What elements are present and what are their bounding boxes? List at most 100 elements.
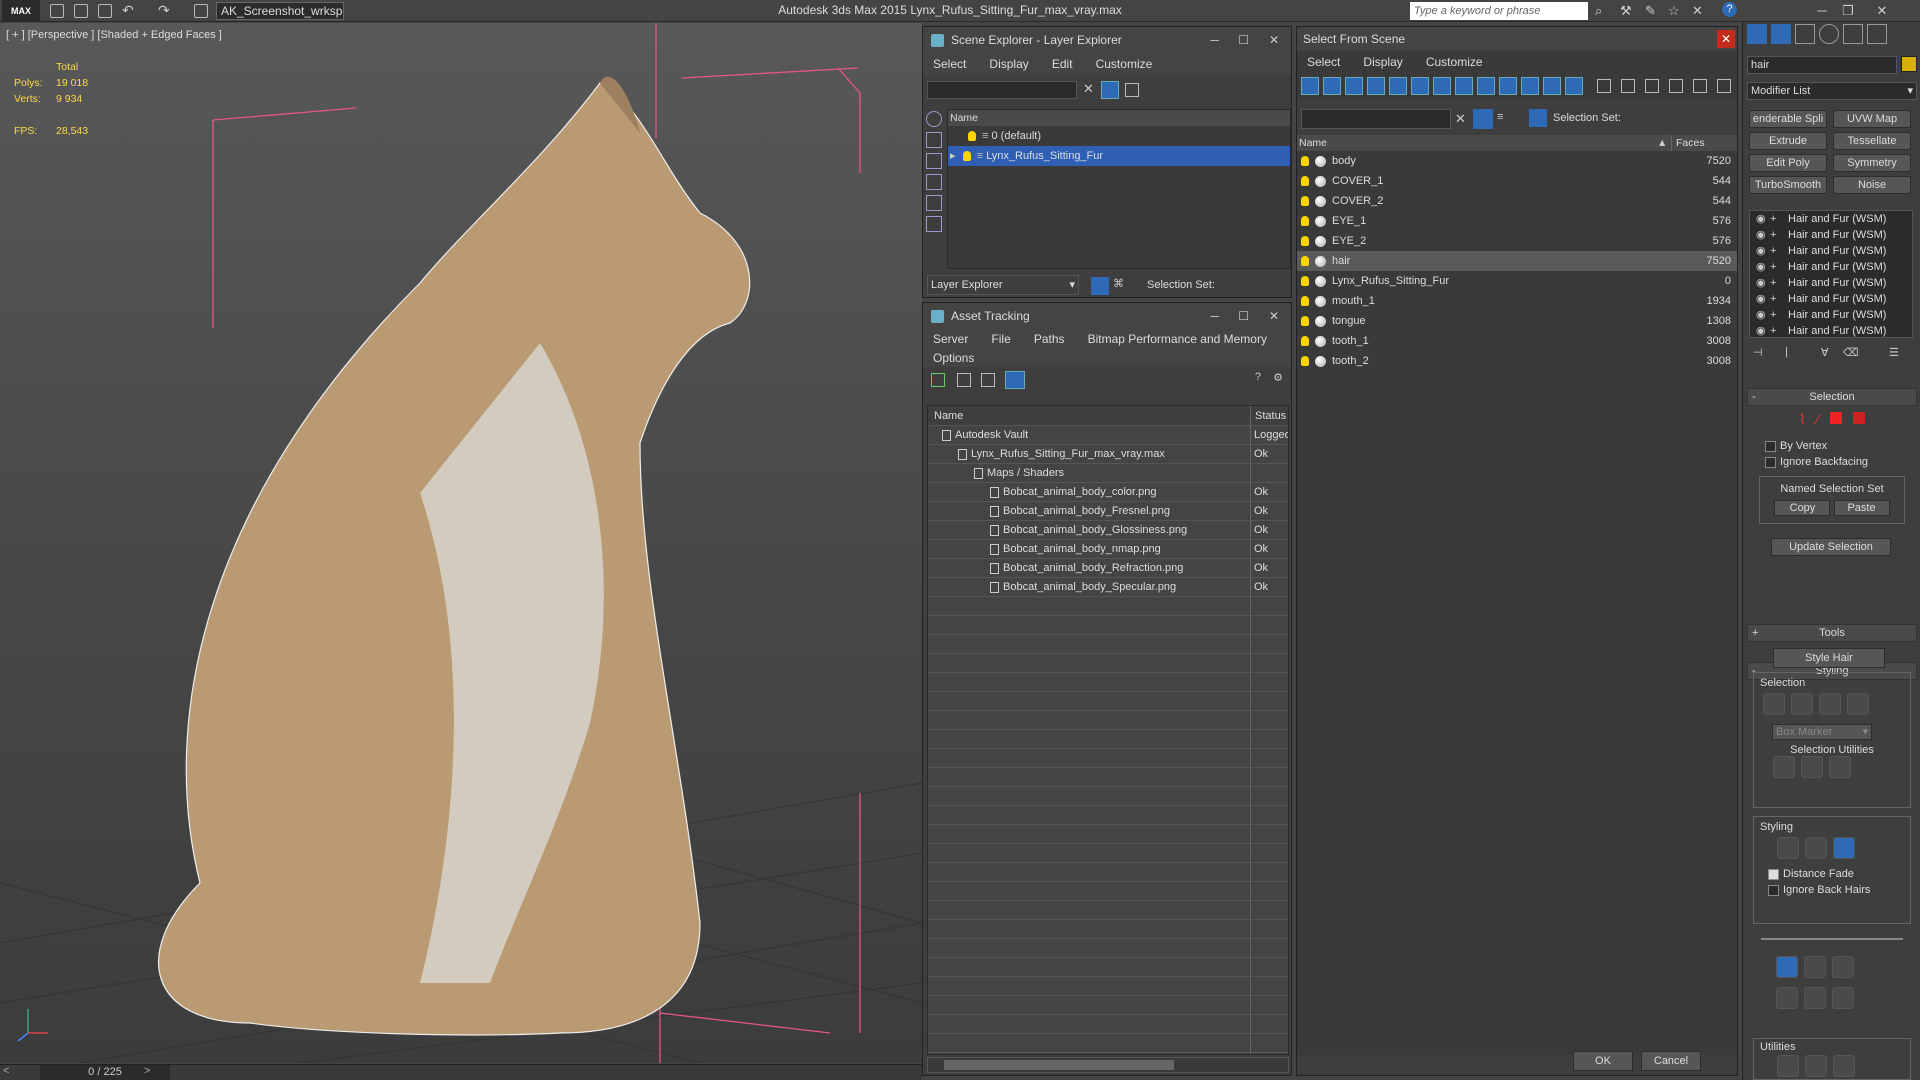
modifier-list-dropdown[interactable]: Modifier List ▾ xyxy=(1747,82,1917,100)
frame-counter[interactable]: 0 / 225 xyxy=(40,1065,170,1080)
object-col-faces[interactable]: Faces xyxy=(1671,135,1737,151)
noise-button[interactable]: Noise xyxy=(1833,176,1911,194)
object-row[interactable]: EYE_1 576 xyxy=(1297,211,1737,231)
renderable-spline-button[interactable]: enderable Spli xyxy=(1749,110,1827,128)
expand-icon[interactable]: + xyxy=(1770,259,1776,275)
binoculars-icon[interactable]: ⌕ xyxy=(1595,3,1602,19)
menu-server[interactable]: Server xyxy=(923,332,978,346)
turbosmooth-button[interactable]: TurboSmooth xyxy=(1749,176,1827,194)
light-bulb-icon[interactable] xyxy=(1301,276,1309,287)
modifier-stack-item[interactable]: ◉ + Hair and Fur (WSM) xyxy=(1750,259,1912,275)
minimize-icon[interactable]: ─ xyxy=(1810,2,1834,20)
light-bulb-icon[interactable] xyxy=(968,131,976,142)
menu-select[interactable]: Select xyxy=(923,57,976,71)
prev-frame-icon[interactable]: < xyxy=(3,1065,9,1077)
lights-filter-icon[interactable] xyxy=(1345,77,1363,95)
extrude-button[interactable]: Extrude xyxy=(1749,132,1827,150)
by-vertex-checkbox[interactable] xyxy=(1765,440,1776,452)
attenuate-icon[interactable] xyxy=(1777,1055,1799,1077)
all-filter-icon[interactable] xyxy=(1565,77,1583,95)
show-end-result-icon[interactable]: | xyxy=(1785,346,1788,358)
symmetry-button[interactable]: Symmetry xyxy=(1833,154,1911,172)
modifier-stack-item[interactable]: ◉ + Hair and Fur (WSM) xyxy=(1750,227,1912,243)
menu-file[interactable]: File xyxy=(981,332,1020,346)
scene-explorer-titlebar[interactable]: Scene Explorer - Layer Explorer ─ ☐ ✕ xyxy=(923,27,1291,53)
help-icon[interactable]: ? xyxy=(1722,2,1737,17)
puff-roots-icon[interactable] xyxy=(1832,956,1854,978)
expand-selection-icon[interactable] xyxy=(1829,756,1851,778)
asset-row[interactable]: Bobcat_animal_body_Specular.png Ok xyxy=(928,578,1288,597)
asset-row[interactable]: Bobcat_animal_body_Refraction.png Ok xyxy=(928,559,1288,578)
asset-row[interactable]: Bobcat_animal_body_Glossiness.png Ok xyxy=(928,521,1288,540)
containers-filter-icon[interactable] xyxy=(1499,77,1517,95)
asset-tracking-titlebar[interactable]: Asset Tracking ─ ☐ ✕ xyxy=(923,303,1291,329)
hidden-filter-icon[interactable] xyxy=(1543,77,1561,95)
menu-options[interactable]: Options xyxy=(923,351,984,365)
select-by-root-icon[interactable] xyxy=(1847,693,1869,715)
viewport-label[interactable]: [ + ] [Perspective ] [Shaded + Edged Fac… xyxy=(6,29,222,41)
workspace-dropdown[interactable]: AK_Screenshot_wrksp xyxy=(216,2,344,20)
spacewarps-filter-icon[interactable] xyxy=(1411,77,1429,95)
select-guide-vertices-icon[interactable] xyxy=(1819,693,1841,715)
object-row[interactable]: Lynx_Rufus_Sitting_Fur 0 xyxy=(1297,271,1737,291)
menu-edit[interactable]: Edit xyxy=(1042,57,1083,71)
explorer-type-dropdown[interactable]: Layer Explorer ▾ xyxy=(927,275,1079,295)
copy-button[interactable]: Copy xyxy=(1774,500,1831,516)
sort-icon[interactable] xyxy=(1693,79,1707,93)
modifier-stack-item[interactable]: ◉ + Hair and Fur (WSM) xyxy=(1750,307,1912,323)
lights-filter-icon[interactable] xyxy=(926,153,942,169)
groups-filter-icon[interactable] xyxy=(1433,77,1451,95)
hierarchy-icon[interactable] xyxy=(1529,109,1547,127)
list-view-icon[interactable] xyxy=(957,373,971,387)
light-bulb-icon[interactable] xyxy=(1301,176,1309,187)
close-icon[interactable]: ✕ xyxy=(1717,30,1735,48)
light-bulb-icon[interactable] xyxy=(1301,336,1309,347)
menu-display[interactable]: Display xyxy=(979,57,1038,71)
refresh-icon[interactable] xyxy=(931,373,945,387)
element-icon[interactable] xyxy=(1853,412,1866,424)
light-bulb-icon[interactable]: ◉ xyxy=(1756,259,1766,275)
layer-row[interactable]: ≡ 0 (default) xyxy=(948,126,1290,146)
ignore-backfacing-checkbox[interactable] xyxy=(1765,456,1776,468)
edit-poly-button[interactable]: Edit Poly xyxy=(1749,154,1827,172)
selection-rollout-header[interactable]: - Selection xyxy=(1747,388,1917,406)
save-icon[interactable] xyxy=(98,4,112,18)
select-tool-icon[interactable] xyxy=(1805,837,1827,859)
table-view-icon[interactable] xyxy=(1005,371,1025,389)
object-row[interactable]: EYE_2 576 xyxy=(1297,231,1737,251)
help-icon[interactable]: ? xyxy=(1255,371,1261,383)
polygon-icon[interactable] xyxy=(1830,412,1843,424)
menu-customize[interactable]: Customize xyxy=(1086,57,1163,71)
brush-icon[interactable] xyxy=(1833,837,1855,859)
shapes-filter-icon[interactable] xyxy=(926,132,942,148)
by-vertex-option[interactable]: By Vertex xyxy=(1747,434,1917,454)
modifier-stack-item[interactable]: ◉ + Hair and Fur (WSM) xyxy=(1750,323,1912,337)
settings-icon[interactable]: ⚙ xyxy=(1273,371,1283,384)
stand-icon[interactable] xyxy=(1804,956,1826,978)
columns-icon[interactable] xyxy=(1717,79,1731,93)
asset-row[interactable]: Maps / Shaders xyxy=(928,464,1288,483)
asset-row[interactable]: Bobcat_animal_body_color.png Ok xyxy=(928,483,1288,502)
display-invert-icon[interactable] xyxy=(1645,79,1659,93)
new-file-icon[interactable] xyxy=(50,4,64,18)
undo-icon[interactable]: ↶ xyxy=(122,2,134,19)
light-bulb-icon[interactable] xyxy=(1301,296,1309,307)
distance-fade-option[interactable]: Distance Fade xyxy=(1754,862,1910,882)
remove-modifier-icon[interactable]: ⌫ xyxy=(1843,346,1859,359)
hierarchy-icon[interactable]: ⌘ xyxy=(1113,277,1124,290)
layer-column-name[interactable]: Name xyxy=(948,110,1290,126)
asset-row[interactable]: Lynx_Rufus_Sitting_Fur_max_vray.max Ok xyxy=(928,445,1288,464)
scale-icon[interactable] xyxy=(1832,987,1854,1009)
helpers-filter-icon[interactable] xyxy=(1389,77,1407,95)
communication-icon[interactable]: ✎ xyxy=(1645,3,1656,19)
asset-row[interactable]: Autodesk Vault Logged xyxy=(928,426,1288,445)
detail-view-icon[interactable] xyxy=(981,373,995,387)
uvw-map-button[interactable]: UVW Map xyxy=(1833,110,1911,128)
select-hair-by-ends-icon[interactable] xyxy=(1763,693,1785,715)
maximize-icon[interactable]: ☐ xyxy=(1238,27,1249,53)
light-bulb-icon[interactable] xyxy=(1301,196,1309,207)
expand-icon[interactable]: + xyxy=(1770,211,1776,227)
light-bulb-icon[interactable]: ◉ xyxy=(1756,227,1766,243)
close-icon[interactable]: ✕ xyxy=(1269,303,1279,329)
close-icon[interactable]: ✕ xyxy=(1269,27,1279,53)
